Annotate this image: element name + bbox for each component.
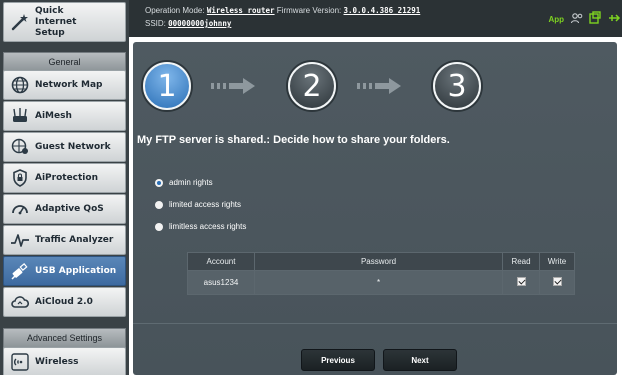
top-status-bar: Operation Mode: Wireless router Firmware… bbox=[129, 0, 622, 37]
sidebar-item-adaptive-qos[interactable]: Adaptive QoS bbox=[3, 194, 126, 224]
sidebar-item-label: Traffic Analyzer bbox=[35, 235, 114, 245]
usb-status-icon[interactable] bbox=[588, 11, 602, 25]
app-link[interactable]: App bbox=[548, 15, 564, 24]
sidebar-item-label: Adaptive QoS bbox=[35, 204, 104, 214]
option-admin-rights[interactable]: admin rights bbox=[155, 178, 213, 187]
divider bbox=[133, 323, 617, 324]
sidebar-item-label: Wireless bbox=[35, 357, 79, 367]
pulse-icon bbox=[11, 234, 29, 247]
column-header: Password bbox=[254, 252, 503, 271]
sidebar-item-label: AiCloud 2.0 bbox=[35, 297, 93, 307]
column-header: Write bbox=[539, 252, 575, 271]
step-1-indicator: 1 bbox=[143, 62, 191, 110]
ssid-link[interactable]: 00000000johnny bbox=[168, 19, 231, 28]
step-3-indicator: 3 bbox=[433, 62, 481, 110]
sidebar-item-label: USB Application bbox=[35, 266, 117, 276]
sidebar-item-label: AiMesh bbox=[35, 111, 72, 121]
firmware-label: Firmware Version: bbox=[276, 6, 342, 15]
usb-icon bbox=[11, 263, 28, 280]
radio-unselected[interactable] bbox=[155, 200, 163, 209]
gauge-icon bbox=[12, 205, 28, 215]
wand-icon bbox=[11, 14, 28, 31]
ssid-info: SSID: 00000000johnny bbox=[145, 19, 231, 28]
arrow-right-icon bbox=[211, 78, 255, 94]
sidebar-item-guest-network[interactable]: Guest Network bbox=[3, 132, 126, 162]
radio-selected[interactable] bbox=[155, 178, 163, 187]
column-header: Account bbox=[187, 252, 255, 271]
globe-icon bbox=[11, 76, 29, 94]
cloud-icon bbox=[11, 296, 30, 308]
read-checkbox[interactable] bbox=[516, 277, 526, 286]
users-icon[interactable] bbox=[570, 11, 584, 25]
network-status-icon[interactable] bbox=[607, 11, 621, 25]
sidebar-item-usb-application[interactable]: USB Application bbox=[3, 256, 126, 286]
sidebar-item-wireless[interactable]: Wireless bbox=[3, 347, 126, 375]
arrow-right-icon bbox=[357, 78, 401, 94]
password-cell: * bbox=[254, 270, 503, 295]
sidebar: Quick Internet Setup General Network Map… bbox=[0, 0, 129, 375]
sidebar-item-aimesh[interactable]: AiMesh bbox=[3, 101, 126, 131]
column-header: Read bbox=[502, 252, 540, 271]
step-2-indicator: 2 bbox=[288, 62, 336, 110]
write-checkbox[interactable] bbox=[552, 277, 562, 286]
wizard-panel: 1 2 3 My FTP server is shared.: Decide h… bbox=[133, 42, 617, 375]
mesh-router-icon bbox=[13, 108, 27, 122]
option-label: limitless access rights bbox=[169, 222, 247, 231]
sidebar-item-label: Network Map bbox=[35, 80, 103, 90]
read-cell bbox=[502, 270, 540, 295]
sidebar-item-label: Quick Internet Setup bbox=[35, 5, 77, 38]
sidebar-item-traffic-analyzer[interactable]: Traffic Analyzer bbox=[3, 225, 126, 255]
option-limited-access[interactable]: limited access rights bbox=[155, 200, 241, 209]
sidebar-section-general: General bbox=[3, 52, 126, 72]
next-button[interactable]: Next bbox=[383, 349, 457, 371]
sidebar-item-aiprotection[interactable]: AiProtection bbox=[3, 163, 126, 193]
wifi-icon bbox=[11, 353, 29, 371]
option-label: limited access rights bbox=[169, 200, 242, 209]
write-cell bbox=[539, 270, 575, 295]
op-mode-link[interactable]: Wireless router bbox=[207, 6, 275, 15]
sidebar-item-quick-internet-setup[interactable]: Quick Internet Setup bbox=[3, 2, 126, 42]
shield-lock-icon bbox=[13, 169, 27, 187]
guest-globe-icon bbox=[11, 138, 28, 154]
table-row: asus1234 * bbox=[187, 270, 575, 295]
sidebar-item-label: Guest Network bbox=[35, 142, 111, 152]
ssid-label: SSID: bbox=[145, 19, 166, 28]
option-limitless-access[interactable]: limitless access rights bbox=[155, 222, 246, 231]
option-label: admin rights bbox=[169, 178, 213, 187]
account-permission-table: Account Password Read Write asus1234 * bbox=[187, 252, 575, 295]
operation-info: Operation Mode: Wireless router Firmware… bbox=[145, 6, 420, 15]
firmware-link[interactable]: 3.0.0.4.386_21291 bbox=[344, 6, 421, 15]
sidebar-section-advanced: Advanced Settings bbox=[3, 328, 126, 348]
sidebar-item-aicloud[interactable]: AiCloud 2.0 bbox=[3, 287, 126, 317]
wizard-headline: My FTP server is shared.: Decide how to … bbox=[137, 134, 450, 146]
previous-button[interactable]: Previous bbox=[301, 349, 375, 371]
sidebar-item-network-map[interactable]: Network Map bbox=[3, 70, 126, 100]
op-mode-label: Operation Mode: bbox=[145, 6, 205, 15]
account-cell: asus1234 bbox=[187, 270, 255, 295]
radio-unselected[interactable] bbox=[155, 222, 163, 231]
sidebar-item-label: AiProtection bbox=[35, 173, 98, 183]
